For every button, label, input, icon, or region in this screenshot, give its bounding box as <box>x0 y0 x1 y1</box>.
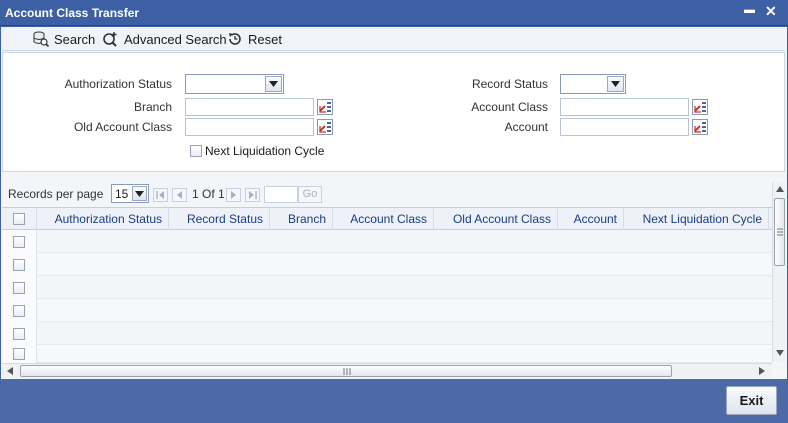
checkbox-box[interactable] <box>13 348 25 360</box>
reset-icon <box>229 33 241 45</box>
advanced-search-icon <box>103 32 117 47</box>
go-button[interactable]: Go <box>298 186 322 203</box>
account-class-label: Account Class <box>471 100 548 114</box>
branch-label: Branch <box>133 100 172 114</box>
minimize-icon[interactable]: ▬ <box>744 2 755 18</box>
next-liquidation-cycle-label: Next Liquidation Cycle <box>205 144 325 158</box>
old-account-class-input[interactable] <box>185 118 314 136</box>
checkbox-box[interactable] <box>13 304 25 317</box>
old-account-class-lov-icon[interactable] <box>317 119 333 135</box>
account-class-input[interactable] <box>560 98 689 116</box>
close-icon[interactable]: ✕ <box>765 3 777 19</box>
select-all-checkbox[interactable] <box>2 208 37 230</box>
advanced-search-button[interactable]: Advanced Search <box>101 30 227 48</box>
pager: Records per page 15 1 Of 1 Go <box>2 182 772 206</box>
old-account-class-label: Old Account Class <box>73 120 172 134</box>
horizontal-scroll-thumb[interactable] <box>20 365 672 377</box>
first-page-icon[interactable] <box>153 188 168 202</box>
search-label: Search <box>54 31 96 47</box>
record-status-select[interactable] <box>560 74 626 94</box>
table-row[interactable] <box>2 322 772 345</box>
title-bar: Account Class Transfer ▬ ✕ <box>0 0 788 26</box>
page-number-input[interactable] <box>264 186 298 203</box>
column-header-account-class[interactable]: Account Class <box>333 208 434 230</box>
reset-label: Reset <box>248 31 282 47</box>
checkbox-box[interactable] <box>13 213 25 225</box>
window-title: Account Class Transfer <box>5 6 140 20</box>
page-info: 1 Of 1 <box>192 187 225 201</box>
scroll-left-icon[interactable] <box>7 367 13 375</box>
last-page-icon[interactable] <box>245 188 260 202</box>
chevron-down-icon <box>265 76 282 92</box>
toolbar: Search Advanced Search Reset <box>2 27 785 51</box>
row-checkbox[interactable] <box>2 299 37 322</box>
column-header-record-status[interactable]: Record Status <box>169 208 270 230</box>
authorization-status-select[interactable] <box>185 74 284 94</box>
account-class-lov-icon[interactable] <box>692 99 708 115</box>
authorization-status-label: Authorization Status <box>64 77 172 91</box>
table-row[interactable] <box>2 276 772 299</box>
row-checkbox[interactable] <box>2 253 37 276</box>
next-page-icon[interactable] <box>226 188 241 202</box>
next-liquidation-cycle-checkbox[interactable]: Next Liquidation Cycle <box>190 144 324 158</box>
reset-button[interactable]: Reset <box>227 30 282 48</box>
checkbox-box[interactable] <box>13 281 25 294</box>
table-row[interactable] <box>2 253 772 276</box>
checkbox-box[interactable] <box>13 327 25 340</box>
footer-bar <box>0 379 788 423</box>
checkbox-box[interactable] <box>13 258 25 271</box>
scroll-down-icon[interactable] <box>776 350 784 356</box>
table-row[interactable] <box>2 299 772 322</box>
row-checkbox[interactable] <box>2 230 37 253</box>
checkbox-box[interactable] <box>13 235 25 248</box>
vertical-scroll-thumb[interactable] <box>774 198 785 266</box>
search-button[interactable]: Search <box>33 30 95 48</box>
row-checkbox[interactable] <box>2 276 37 299</box>
records-per-page-select[interactable]: 15 <box>111 184 149 203</box>
grid-header: Authorization Status Record Status Branc… <box>2 207 772 230</box>
records-per-page-label: Records per page <box>8 187 104 201</box>
checkbox-box[interactable] <box>190 145 202 157</box>
account-input[interactable] <box>560 118 689 136</box>
column-header-old-account-class[interactable]: Old Account Class <box>434 208 558 230</box>
records-per-page-value: 15 <box>115 187 129 201</box>
record-status-label: Record Status <box>471 77 548 91</box>
column-header-next-liquidation-cycle[interactable]: Next Liquidation Cycle <box>624 208 769 230</box>
account-label: Account <box>504 120 548 134</box>
scroll-up-icon[interactable] <box>776 186 784 192</box>
table-row[interactable] <box>2 230 772 253</box>
previous-page-icon[interactable] <box>172 188 187 202</box>
table-row[interactable] <box>2 345 772 363</box>
vertical-scrollbar[interactable] <box>772 182 786 362</box>
column-header-branch[interactable]: Branch <box>270 208 333 230</box>
horizontal-scrollbar[interactable] <box>2 363 772 378</box>
branch-lov-icon[interactable] <box>317 99 333 115</box>
chevron-down-icon <box>607 76 624 92</box>
exit-button[interactable]: Exit <box>726 386 777 415</box>
scroll-right-icon[interactable] <box>759 367 765 375</box>
branch-input[interactable] <box>185 98 314 116</box>
row-checkbox[interactable] <box>2 322 37 345</box>
column-header-authorization-status[interactable]: Authorization Status <box>37 208 169 230</box>
row-checkbox[interactable] <box>2 345 37 363</box>
advanced-search-label: Advanced Search <box>124 31 227 47</box>
account-lov-icon[interactable] <box>692 119 708 135</box>
column-header-account[interactable]: Account <box>558 208 624 230</box>
chevron-down-icon <box>132 186 147 201</box>
database-search-icon <box>33 31 49 47</box>
